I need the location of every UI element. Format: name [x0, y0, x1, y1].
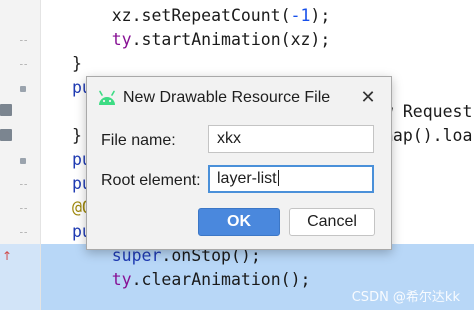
fold-line: [20, 232, 27, 234]
fold-line: [20, 184, 27, 186]
code-line: ty.startAnimation(xz);: [72, 28, 331, 52]
watermark: CSDN @希尔达kk: [351, 290, 460, 305]
code-token: -1: [290, 6, 311, 25]
code-token: );: [310, 6, 331, 25]
override-arrow-icon[interactable]: ↑: [2, 250, 12, 262]
code-fragment: w Request: [383, 102, 473, 121]
cancel-button[interactable]: Cancel: [289, 208, 375, 236]
text-caret: [277, 170, 279, 186]
fold-line: [20, 208, 27, 210]
dialog-titlebar[interactable]: New Drawable Resource File ✕: [87, 77, 391, 119]
code-token: .clearAnimation();: [131, 270, 311, 289]
code-fragment: map().loa: [383, 126, 473, 145]
code-token: .startAnimation(xz);: [131, 30, 331, 49]
code-line: }: [72, 124, 82, 148]
dialog-title: New Drawable Resource File: [123, 89, 331, 106]
code-token: xz.setRepeatCount(: [72, 6, 291, 25]
fold-line: [20, 40, 27, 42]
file-name-value: xkx: [217, 130, 241, 147]
root-element-input[interactable]: layer-list: [208, 165, 374, 193]
root-element-value: layer-list: [217, 170, 277, 187]
close-icon[interactable]: ✕: [357, 87, 379, 109]
fold-marker-icon[interactable]: [20, 86, 26, 92]
code-line: ty.clearAnimation();: [72, 268, 311, 292]
code-token: ty: [111, 30, 132, 49]
image-icon[interactable]: [0, 104, 12, 116]
code-token: }: [72, 126, 82, 145]
root-element-label: Root element:: [101, 172, 201, 189]
image-icon[interactable]: [0, 129, 12, 141]
code-token: ty: [111, 270, 132, 289]
new-drawable-dialog: New Drawable Resource File ✕ File name: …: [86, 76, 392, 250]
fold-marker-icon[interactable]: [20, 158, 26, 164]
code-line: }: [72, 52, 82, 76]
file-name-label: File name:: [101, 132, 176, 149]
code-token: }: [72, 54, 82, 73]
ok-button[interactable]: OK: [198, 208, 280, 236]
file-name-input[interactable]: xkx: [208, 125, 374, 153]
code-line: xz.setRepeatCount(-1);: [72, 4, 331, 28]
fold-line: [20, 64, 27, 66]
android-icon: [99, 90, 115, 105]
